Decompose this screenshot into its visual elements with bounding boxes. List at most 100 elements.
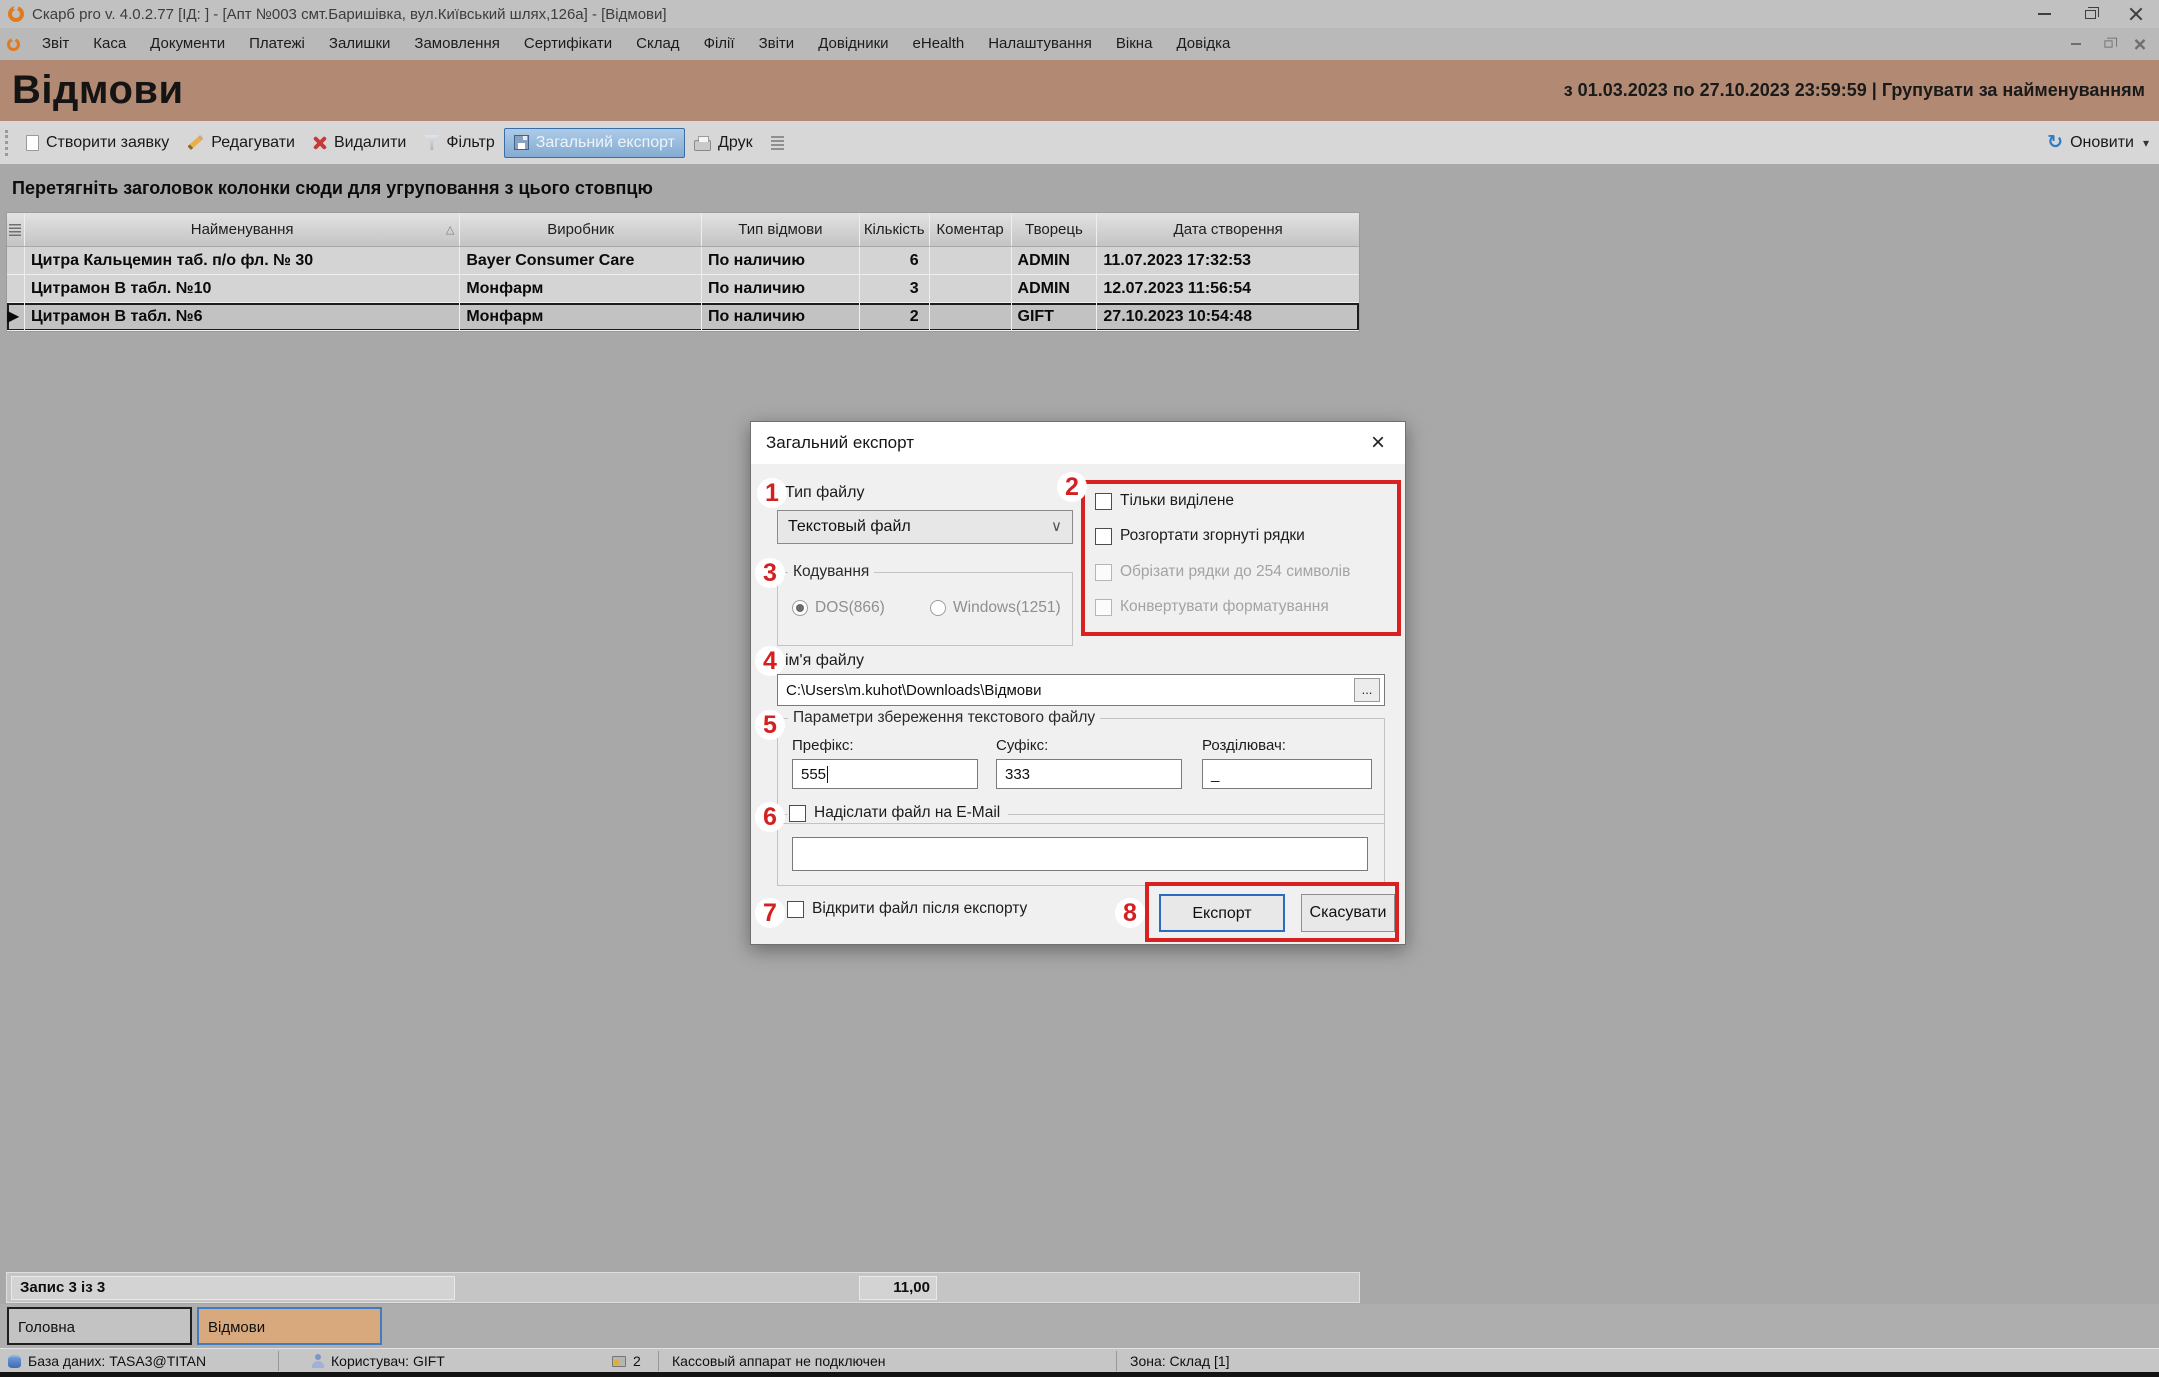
separator-input[interactable]: _: [1202, 759, 1372, 789]
refresh-dropdown-icon[interactable]: ▾: [2143, 136, 2149, 150]
delete-button[interactable]: Видалити: [304, 129, 415, 157]
email-input[interactable]: [792, 837, 1368, 871]
export-button[interactable]: Експорт: [1159, 894, 1285, 932]
cell-manufacturer: Монфарм: [460, 303, 702, 331]
radio-selected-icon: [792, 600, 808, 616]
refresh-button[interactable]: ↻ Оновити ▾: [2047, 121, 2149, 164]
printer-icon: [694, 140, 711, 151]
mdi-restore-button[interactable]: [2095, 34, 2121, 54]
only-selected-checkbox[interactable]: Тільки виділене: [1095, 492, 1234, 510]
menu-zvit[interactable]: Звіт: [30, 28, 81, 60]
dialog-title: Загальний експорт: [766, 433, 914, 453]
cash-register-icon: [612, 1356, 626, 1367]
minimize-button[interactable]: [2021, 0, 2067, 28]
cell-manufacturer: Монфарм: [460, 275, 702, 303]
checkbox-icon: [1095, 493, 1112, 510]
column-header-quantity[interactable]: Кількість: [860, 213, 930, 246]
menu-dovidka[interactable]: Довідка: [1164, 28, 1242, 60]
cash-connection-label: Кассовый аппарат не подключен: [672, 1353, 886, 1369]
menu-platezhi[interactable]: Платежі: [237, 28, 317, 60]
tab-vidmovy[interactable]: Відмови: [197, 1307, 382, 1345]
sort-ascending-icon[interactable]: △: [446, 223, 454, 236]
mdi-close-button[interactable]: [2127, 34, 2153, 54]
file-type-select[interactable]: Текстовый файл ∨: [777, 510, 1073, 544]
column-header-comment[interactable]: Коментар: [930, 213, 1012, 246]
menu-dokumenty[interactable]: Документи: [138, 28, 237, 60]
encoding-dos-radio: DOS(866): [792, 599, 885, 617]
filename-value: C:\Users\m.kuhot\Downloads\Відмови: [786, 682, 1042, 699]
general-export-label: Загальний експорт: [536, 134, 675, 152]
column-header-created-date[interactable]: Дата створення: [1097, 213, 1359, 246]
cell-creator: ADMIN: [1012, 275, 1098, 303]
column-chooser-button[interactable]: [762, 131, 793, 155]
status-separator: [1116, 1351, 1117, 1371]
date-range-label: з 01.03.2023 по 27.10.2023 23:59:59 | Гр…: [1564, 80, 2145, 101]
mdi-minimize-button[interactable]: [2063, 34, 2089, 54]
edit-button[interactable]: Редагувати: [178, 129, 304, 157]
menu-nalashtuvannia[interactable]: Налаштування: [976, 28, 1104, 60]
filename-input[interactable]: C:\Users\m.kuhot\Downloads\Відмови ...: [777, 674, 1385, 706]
browse-button[interactable]: ...: [1354, 678, 1380, 702]
selected-row-marker-icon: ▶: [7, 303, 25, 331]
print-button[interactable]: Друк: [685, 129, 762, 157]
status-separator: [278, 1351, 279, 1371]
column-header-name[interactable]: Найменування △: [25, 213, 460, 246]
open-after-export-checkbox[interactable]: Відкрити файл після експорту: [787, 900, 1027, 918]
column-header-manufacturer[interactable]: Виробник: [460, 213, 702, 246]
menu-vikna[interactable]: Вікна: [1104, 28, 1165, 60]
page-header: Відмови з 01.03.2023 по 27.10.2023 23:59…: [0, 60, 2159, 121]
tab-holovna[interactable]: Головна: [7, 1307, 192, 1345]
cell-refusal-type: По наличию: [702, 247, 860, 275]
print-label: Друк: [718, 134, 753, 152]
row-indicator: [7, 247, 25, 275]
checkbox-icon: [1095, 564, 1112, 581]
only-selected-label: Тільки виділене: [1120, 492, 1234, 510]
group-by-hint[interactable]: Перетягніть заголовок колонки сюди для у…: [12, 178, 653, 199]
table-row[interactable]: Цитрамон В табл. №10 Монфарм По наличию …: [7, 275, 1359, 303]
restore-button[interactable]: [2067, 0, 2113, 28]
filter-funnel-icon: [424, 135, 439, 150]
menu-kasa[interactable]: Каса: [81, 28, 138, 60]
column-header-refusal-type-label: Тип відмови: [738, 221, 822, 238]
suffix-input[interactable]: 333: [996, 759, 1182, 789]
close-button[interactable]: [2113, 0, 2159, 28]
send-email-checkbox[interactable]: Надіслати файл на E-Mail: [787, 804, 1008, 822]
column-header-refusal-type[interactable]: Тип відмови: [702, 213, 860, 246]
table-row[interactable]: Цитра Кальцемин таб. п/о фл. № 30 Bayer …: [7, 247, 1359, 275]
menu-zamovlennia[interactable]: Замовлення: [402, 28, 511, 60]
menu-zalyshky[interactable]: Залишки: [317, 28, 403, 60]
prefix-input[interactable]: 555: [792, 759, 978, 789]
menu-sertyfikaty[interactable]: Сертифікати: [512, 28, 624, 60]
cell-created-date: 11.07.2023 17:32:53: [1097, 247, 1359, 275]
checkbox-icon: [1095, 599, 1112, 616]
database-label: База даних: TASA3@TITAN: [28, 1353, 206, 1369]
table-row-selected[interactable]: ▶ Цитрамон В табл. №6 Монфарм По наличию…: [7, 303, 1359, 331]
menu-zvity[interactable]: Звіти: [747, 28, 807, 60]
close-icon: [2129, 7, 2143, 21]
cell-comment: [930, 303, 1012, 331]
row-indicator-header[interactable]: [7, 213, 25, 246]
menu-bar: Звіт Каса Документи Платежі Залишки Замо…: [0, 28, 2159, 60]
filter-button[interactable]: Фільтр: [415, 129, 503, 157]
mdi-window-controls: [2063, 28, 2153, 60]
menu-sklad[interactable]: Склад: [624, 28, 691, 60]
cash-register-count: 2: [633, 1353, 641, 1369]
column-header-comment-label: Коментар: [936, 221, 1003, 238]
refresh-label: Оновити: [2070, 134, 2134, 152]
cancel-button[interactable]: Скасувати: [1301, 894, 1395, 932]
edit-label: Редагувати: [211, 134, 295, 152]
menu-filii[interactable]: Філії: [692, 28, 747, 60]
suffix-value: 333: [1005, 766, 1030, 783]
menu-dovidnyky[interactable]: Довідники: [806, 28, 900, 60]
create-request-button[interactable]: Створити заявку: [17, 129, 178, 157]
row-indicator: [7, 275, 25, 303]
column-header-creator[interactable]: Творець: [1012, 213, 1098, 246]
expand-collapsed-rows-checkbox[interactable]: Розгортати згорнуті рядки: [1095, 527, 1305, 545]
menu-ehealth[interactable]: eHealth: [901, 28, 977, 60]
app-logo-icon: [8, 6, 24, 22]
mdi-restore-icon: [2104, 40, 2112, 47]
dialog-close-button[interactable]: ×: [1365, 428, 1391, 458]
general-export-button[interactable]: Загальний експорт: [504, 128, 685, 158]
cell-name: Цитрамон В табл. №6: [25, 303, 460, 331]
chevron-down-icon: ∨: [1051, 511, 1062, 543]
